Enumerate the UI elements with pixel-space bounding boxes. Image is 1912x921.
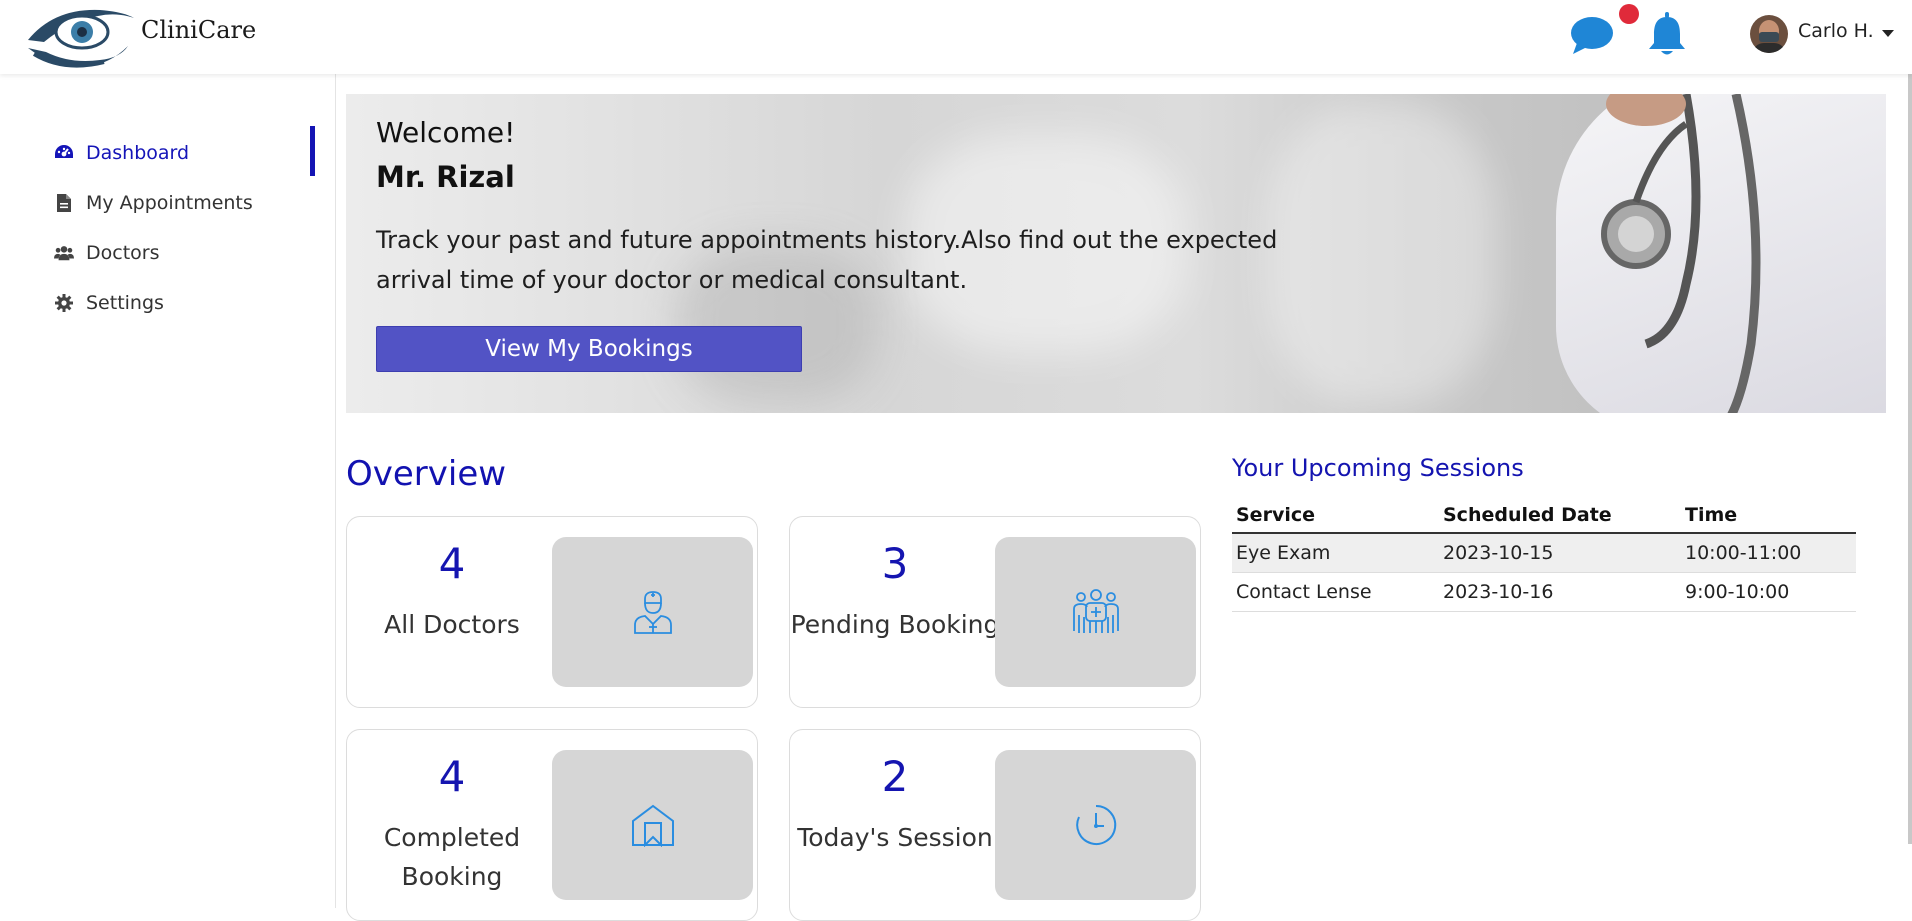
users-icon bbox=[54, 243, 74, 263]
top-navbar: CliniCare Carlo H. bbox=[0, 0, 1912, 74]
welcome-text: Welcome! bbox=[376, 116, 516, 149]
gear-icon bbox=[54, 293, 74, 313]
bookmark-house-icon bbox=[631, 804, 674, 847]
stat-value: 3 bbox=[881, 539, 909, 588]
sidebar-item-label: Dashboard bbox=[86, 142, 190, 164]
stat-image-box bbox=[552, 537, 753, 687]
upcoming-sessions-table: Service Scheduled Date Time Eye Exam 202… bbox=[1232, 498, 1856, 612]
column-header-time: Time bbox=[1681, 498, 1856, 534]
chevron-down-icon[interactable] bbox=[1882, 30, 1894, 37]
table-row[interactable]: Eye Exam 2023-10-15 10:00-11:00 bbox=[1232, 533, 1856, 573]
doctor-icon bbox=[633, 591, 672, 634]
stat-label: Pending Booking bbox=[790, 610, 1000, 639]
user-name[interactable]: Carlo H. bbox=[1798, 20, 1874, 42]
sidebar-item-my-appointments[interactable]: My Appointments bbox=[54, 188, 253, 218]
overview-title: Overview bbox=[346, 454, 507, 494]
chat-bubble-icon[interactable] bbox=[1569, 14, 1615, 58]
clock-icon bbox=[1075, 804, 1116, 845]
banner-description: Track your past and future appointments … bbox=[376, 226, 1278, 294]
view-my-bookings-button[interactable]: View My Bookings bbox=[376, 326, 802, 372]
sidebar-item-doctors[interactable]: Doctors bbox=[54, 238, 160, 268]
welcome-banner: Welcome! Mr. Rizal Track your past and f… bbox=[346, 94, 1886, 413]
table-header-row: Service Scheduled Date Time bbox=[1232, 498, 1856, 534]
stat-label: All Doctors bbox=[384, 610, 520, 639]
cell-date: 2023-10-15 bbox=[1439, 533, 1681, 573]
sidebar-item-label: My Appointments bbox=[86, 192, 253, 214]
sidebar-item-settings[interactable]: Settings bbox=[54, 288, 164, 318]
active-indicator bbox=[310, 126, 315, 176]
avatar[interactable] bbox=[1750, 15, 1788, 53]
group-icon bbox=[1072, 589, 1119, 633]
column-header-service: Service bbox=[1232, 498, 1439, 534]
cell-time: 9:00-10:00 bbox=[1681, 572, 1856, 612]
stat-image-box bbox=[552, 750, 753, 900]
notification-badge bbox=[1619, 4, 1639, 24]
file-icon bbox=[54, 193, 74, 213]
stat-image-box bbox=[995, 750, 1196, 900]
stethoscope-image bbox=[1601, 94, 1761, 413]
stat-label: Today's Session bbox=[797, 823, 993, 852]
stat-value: 2 bbox=[881, 752, 909, 801]
gauge-icon bbox=[54, 143, 74, 163]
stat-value: 4 bbox=[438, 752, 466, 801]
table-row[interactable]: Contact Lense 2023-10-16 9:00-10:00 bbox=[1232, 572, 1856, 612]
sidebar-item-label: Settings bbox=[86, 292, 164, 314]
cell-date: 2023-10-16 bbox=[1439, 572, 1681, 612]
user-greeting-name: Mr. Rizal bbox=[376, 160, 515, 194]
stat-card-pending-booking[interactable]: 3 Pending Booking bbox=[789, 516, 1201, 708]
eye-hand-logo[interactable] bbox=[24, 2, 136, 70]
stat-label: Completed Booking bbox=[383, 823, 521, 891]
cell-service: Contact Lense bbox=[1232, 572, 1439, 612]
stat-card-completed-booking[interactable]: 4 Completed Booking bbox=[346, 729, 758, 921]
cell-service: Eye Exam bbox=[1232, 533, 1439, 573]
stat-card-all-doctors[interactable]: 4 All Doctors bbox=[346, 516, 758, 708]
column-header-scheduled-date: Scheduled Date bbox=[1439, 498, 1681, 534]
bell-icon[interactable] bbox=[1647, 12, 1687, 58]
sidebar: Dashboard My Appointments Doctors Settin… bbox=[0, 74, 336, 908]
cell-time: 10:00-11:00 bbox=[1681, 533, 1856, 573]
stat-image-box bbox=[995, 537, 1196, 687]
stat-card-todays-session[interactable]: 2 Today's Session bbox=[789, 729, 1201, 921]
upcoming-sessions-title: Your Upcoming Sessions bbox=[1232, 454, 1524, 482]
sidebar-item-dashboard[interactable]: Dashboard bbox=[54, 138, 189, 168]
brand-name[interactable]: CliniCare bbox=[141, 16, 256, 44]
sidebar-item-label: Doctors bbox=[86, 242, 160, 264]
page-scrollbar[interactable] bbox=[1908, 74, 1912, 844]
stat-value: 4 bbox=[438, 539, 466, 588]
